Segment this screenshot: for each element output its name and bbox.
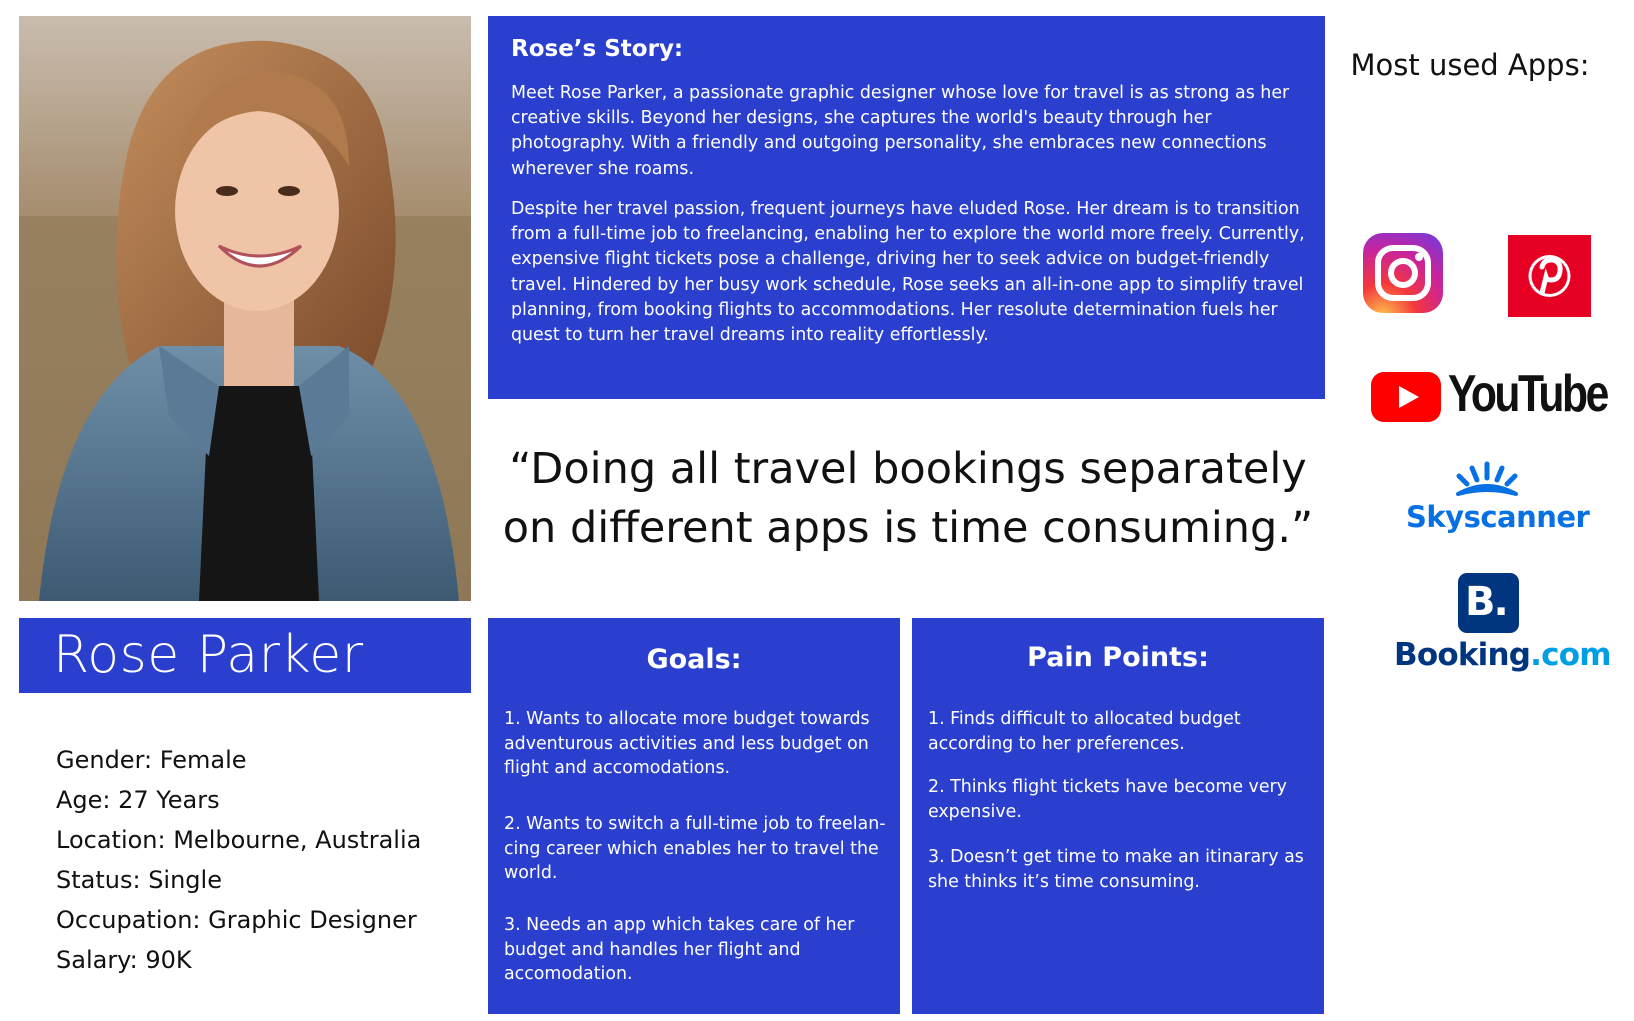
- instagram-icon: [1363, 233, 1443, 313]
- goals-title: Goals:: [646, 644, 742, 675]
- persona-details: Gender: Female Age: 27 Years Location: M…: [56, 740, 476, 980]
- goal-item: 2. Wants to switch a full-time job to fr…: [504, 814, 886, 884]
- youtube-logo: YouTube: [1371, 365, 1609, 428]
- pain-point-item: 2. Thinks flight tickets have become ver…: [928, 777, 1287, 822]
- skyscanner-logo: Skyscanner: [1400, 460, 1590, 540]
- story-card: Rose’s Story: Meet Rose Parker, a passio…: [488, 16, 1325, 399]
- pain-points-card: Pain Points: 1. Finds difficult to alloc…: [912, 618, 1324, 1014]
- booking-wordmark: Booking.com: [1394, 637, 1611, 673]
- booking-logo: B. Booking.com: [1390, 573, 1611, 683]
- persona-name: Rose Parker: [53, 625, 364, 685]
- detail-status: Status: Single: [56, 866, 222, 894]
- pain-points-title: Pain Points:: [1027, 642, 1209, 673]
- goal-item: 3. Needs an app which takes care of her …: [504, 915, 855, 985]
- persona-quote: “Doing all travel bookings separately on…: [502, 444, 1314, 553]
- name-banner: Rose Parker: [19, 618, 471, 693]
- story-paragraph: Despite her travel passion, frequent jou…: [511, 199, 1305, 346]
- detail-gender: Gender: Female: [56, 746, 247, 774]
- story-title: Rose’s Story:: [511, 36, 684, 62]
- persona-photo: [19, 16, 471, 601]
- skyscanner-wordmark: Skyscanner: [1406, 500, 1590, 534]
- detail-location: Location: Melbourne, Australia: [56, 826, 422, 854]
- pain-point-item: 1. Finds difficult to allocated budget a…: [928, 709, 1241, 754]
- booking-badge-letter: B.: [1465, 579, 1509, 625]
- goal-item: 1. Wants to allocate more budget towards…: [504, 709, 870, 779]
- story-paragraph: Meet Rose Parker, a passionate graphic d…: [511, 83, 1290, 179]
- detail-salary: Salary: 90K: [56, 946, 192, 974]
- goals-card: Goals: 1. Wants to allocate more budget …: [488, 618, 900, 1014]
- detail-occupation: Occupation: Graphic Designer: [56, 906, 417, 934]
- booking-badge-icon: B.: [1458, 573, 1519, 633]
- youtube-wordmark: YouTube: [1448, 365, 1609, 423]
- pain-point-item: 3. Doesn’t get time to make an itinarary…: [928, 847, 1304, 892]
- apps-title: Most used Apps:: [1350, 48, 1590, 82]
- pinterest-icon: [1508, 235, 1591, 317]
- detail-age: Age: 27 Years: [56, 786, 220, 814]
